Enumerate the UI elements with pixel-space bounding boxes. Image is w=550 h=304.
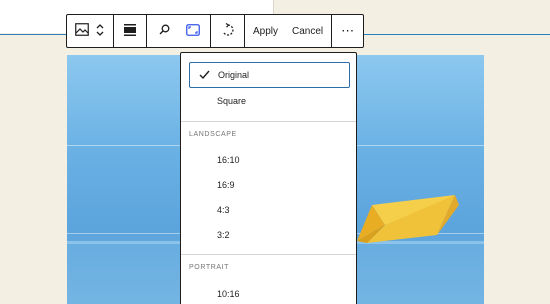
aspect-ratio-icon xyxy=(186,23,200,39)
move-up-down-button[interactable] xyxy=(93,15,113,47)
aspect-option-original[interactable]: Original xyxy=(189,62,350,88)
rotate-button[interactable] xyxy=(211,15,244,47)
image-icon xyxy=(75,23,89,39)
rotate-icon xyxy=(221,22,235,40)
aspect-option-label: 16:9 xyxy=(217,180,235,190)
aspect-option-10-16[interactable]: 10:16 xyxy=(181,283,356,304)
aspect-option-16-9[interactable]: 16:9 xyxy=(181,174,356,196)
crop-tools-group xyxy=(147,15,211,47)
align-group xyxy=(114,15,147,47)
aspect-option-3-2[interactable]: 3:2 xyxy=(181,224,356,246)
block-toolbar: Apply Cancel ⋯ xyxy=(66,14,364,48)
aspect-option-label: Square xyxy=(217,96,247,106)
aspect-ratio-button[interactable] xyxy=(179,15,210,47)
aspect-option-square[interactable]: Square xyxy=(181,90,356,112)
apply-cancel-group: Apply Cancel xyxy=(245,15,333,47)
more-options-icon: ⋯ xyxy=(341,23,355,38)
block-switcher-group xyxy=(67,15,114,47)
portrait-heading: PORTRAIT xyxy=(189,264,230,271)
aspect-ratio-menu: Original Square LANDSCAPE 16:10 16:9 4:3… xyxy=(180,52,357,304)
aspect-option-label: 16:10 xyxy=(217,155,240,165)
aspect-option-4-3[interactable]: 4:3 xyxy=(181,199,356,221)
search-icon xyxy=(159,24,170,38)
menu-divider xyxy=(181,254,356,255)
aspect-option-16-10[interactable]: 16:10 xyxy=(181,149,356,171)
aspect-option-label: Original xyxy=(218,70,250,80)
checkmark-icon xyxy=(199,69,210,82)
menu-divider xyxy=(181,121,356,122)
aspect-option-label: 4:3 xyxy=(217,205,230,215)
zoom-button[interactable] xyxy=(147,15,179,47)
image-block-button[interactable] xyxy=(67,15,93,47)
options-group: ⋯ xyxy=(332,15,363,47)
rotate-group xyxy=(211,15,245,47)
apply-button[interactable]: Apply xyxy=(245,15,285,47)
chevron-up-down-icon xyxy=(95,22,105,41)
aspect-option-label: 10:16 xyxy=(217,289,240,299)
more-options-button[interactable]: ⋯ xyxy=(332,15,363,47)
landscape-heading: LANDSCAPE xyxy=(189,131,237,138)
align-center-icon xyxy=(124,23,136,39)
align-button[interactable] xyxy=(114,15,146,47)
aspect-option-label: 3:2 xyxy=(217,230,230,240)
cancel-button[interactable]: Cancel xyxy=(285,15,331,47)
